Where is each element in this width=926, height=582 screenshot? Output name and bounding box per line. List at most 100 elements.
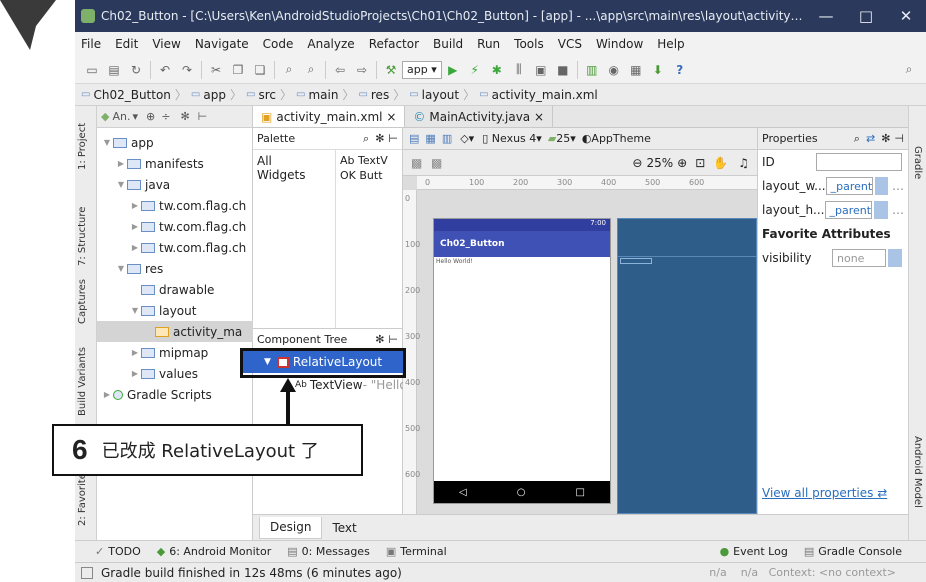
expand-arrow-icon[interactable]: ▶ <box>129 369 141 378</box>
run-config-combo[interactable]: app ▾ <box>402 60 442 79</box>
tree-item[interactable]: ▶ tw.com.flag.ch <box>97 216 253 237</box>
right-tab-0[interactable]: Gradle <box>912 146 923 179</box>
close-button[interactable]: ✕ <box>886 7 926 25</box>
expand-arrow-icon[interactable]: ▶ <box>101 390 113 399</box>
more-icon[interactable]: … <box>892 179 904 193</box>
design-mode-icon[interactable]: ▤ <box>409 132 419 145</box>
menu-item-window[interactable]: Window <box>596 37 643 51</box>
tree-item[interactable]: drawable <box>97 279 253 300</box>
component-child-row[interactable]: Ab TextView - "Hello <box>295 375 403 395</box>
menu-item-help[interactable]: Help <box>657 37 684 51</box>
sync-icon[interactable]: ⊕ <box>146 110 155 123</box>
paste-icon[interactable]: ❏ <box>249 60 271 80</box>
search-icon[interactable]: ⌕ <box>854 132 860 146</box>
pan-icon[interactable]: ✋ <box>713 156 728 170</box>
editor-tab-0[interactable]: ▣ activity_main.xml × <box>253 106 406 127</box>
collapse-icon[interactable]: ÷ <box>161 110 170 123</box>
theme-selector[interactable]: ◐AppTheme <box>582 132 651 145</box>
sdk-manager-icon[interactable]: ⬇ <box>647 60 669 80</box>
breadcrumb-item[interactable]: ▭ app 〉 <box>191 86 242 103</box>
breadcrumb-item[interactable]: ▭ res 〉 <box>358 86 405 103</box>
expand-arrow-icon[interactable]: ▶ <box>129 201 141 210</box>
left-tab-0[interactable]: 1: Project <box>77 123 88 170</box>
attach-debugger-icon[interactable]: ▣ <box>530 60 552 80</box>
expand-arrow-icon[interactable]: ▶ <box>115 159 127 168</box>
menu-item-file[interactable]: File <box>81 37 101 51</box>
layout-align-icon[interactable]: ▩ <box>411 156 422 170</box>
layout-height-dropdown[interactable] <box>874 201 888 219</box>
notification-icon[interactable]: ♫ <box>738 156 749 170</box>
expand-arrow-icon[interactable]: ▶ <box>129 222 141 231</box>
forward-icon[interactable]: ⇨ <box>351 60 373 80</box>
view-dropdown-icon[interactable]: ▾ <box>132 110 138 123</box>
status-toggle-icon[interactable] <box>81 566 93 579</box>
property-id-input[interactable] <box>816 153 902 171</box>
hide-icon[interactable]: ⊣ <box>894 132 904 145</box>
tool-window-0[interactable]: ✓ TODO <box>95 545 141 558</box>
find-icon[interactable]: ⌕ <box>278 60 300 80</box>
blueprint-mode-icon[interactable]: ▦ <box>425 132 435 145</box>
tree-item[interactable]: ▶ tw.com.flag.ch <box>97 195 253 216</box>
palette-group-all[interactable]: All <box>253 150 333 168</box>
editor-tab-1[interactable]: © MainActivity.java × <box>405 106 554 127</box>
expand-arrow-icon[interactable]: ▼ <box>115 180 127 189</box>
expand-arrow-icon[interactable]: ▶ <box>129 348 141 357</box>
expand-arrow-icon[interactable]: ▼ <box>115 264 127 273</box>
gear-icon[interactable]: ✻ <box>375 132 384 145</box>
tree-item[interactable]: ▶ tw.com.flag.ch <box>97 237 253 258</box>
visibility-dropdown[interactable] <box>888 249 902 267</box>
more-icon[interactable]: … <box>892 203 904 217</box>
left-tab-2[interactable]: Captures <box>77 279 88 324</box>
menu-item-vcs[interactable]: VCS <box>558 37 582 51</box>
undo-icon[interactable]: ↶ <box>154 60 176 80</box>
menu-item-tools[interactable]: Tools <box>514 37 544 51</box>
bottom-tab-text[interactable]: Text <box>322 517 366 539</box>
palette-item-textview[interactable]: Ab TextV <box>336 150 403 167</box>
android-view-icon[interactable]: ◆ <box>101 110 109 123</box>
zoom-fit-icon[interactable]: ⊡ <box>695 156 705 170</box>
replace-icon[interactable]: ⌕ <box>300 60 322 80</box>
tree-item[interactable]: ▶ mipmap <box>97 342 253 363</box>
hide-icon[interactable]: ⊢ <box>388 333 398 346</box>
layout-height-value[interactable]: _parent <box>824 201 873 219</box>
hide-icon[interactable]: ⊢ <box>198 110 208 123</box>
zoom-in-icon[interactable]: ⊕ <box>677 156 687 170</box>
debug-icon[interactable]: ✱ <box>486 60 508 80</box>
both-mode-icon[interactable]: ▥ <box>442 132 452 145</box>
sync-icon[interactable]: ↻ <box>125 60 147 80</box>
layout-width-dropdown[interactable] <box>875 177 888 195</box>
tree-item[interactable]: ▼ res <box>97 258 253 279</box>
api-selector[interactable]: ▰25▾ <box>548 132 576 145</box>
zoom-out-icon[interactable]: ⊖ <box>632 156 642 170</box>
back-icon[interactable]: ⇦ <box>329 60 351 80</box>
menu-item-run[interactable]: Run <box>477 37 500 51</box>
breadcrumb-item[interactable]: ▭ Ch02_Button 〉 <box>81 86 187 103</box>
tree-item[interactable]: ▼ layout <box>97 300 253 321</box>
save-icon[interactable]: ▤ <box>103 60 125 80</box>
gear-icon[interactable]: ✻ <box>375 333 384 346</box>
blueprint-textview[interactable] <box>620 258 652 264</box>
breadcrumb-item[interactable]: ▭ layout 〉 <box>409 86 475 103</box>
hide-icon[interactable]: ⊢ <box>388 132 398 145</box>
gear-icon[interactable]: ✻ <box>881 132 890 145</box>
layout-grid-icon[interactable]: ▩ <box>431 156 442 170</box>
menu-item-navigate[interactable]: Navigate <box>195 37 249 51</box>
build-hammer-icon[interactable]: ⚒ <box>380 60 402 80</box>
help-icon[interactable]: ? <box>669 60 691 80</box>
project-view-selector[interactable]: An. <box>112 110 130 123</box>
tool-window-5[interactable]: ▤ Gradle Console <box>804 545 902 558</box>
tree-item[interactable]: ▶ values <box>97 363 253 384</box>
cut-icon[interactable]: ✂ <box>205 60 227 80</box>
expand-arrow-icon[interactable]: ▶ <box>129 243 141 252</box>
instant-run-icon[interactable]: ⚡ <box>464 60 486 80</box>
search-everywhere-icon[interactable]: ⌕ <box>898 60 920 80</box>
project-structure-icon[interactable]: ▦ <box>625 60 647 80</box>
search-icon[interactable]: ⌕ <box>363 132 369 146</box>
palette-group-widgets[interactable]: Widgets <box>253 168 333 182</box>
hello-world-textview[interactable]: Hello World! <box>434 257 610 266</box>
left-tab-3[interactable]: Build Variants <box>77 347 88 416</box>
stop-icon[interactable]: ■ <box>552 60 574 80</box>
copy-icon[interactable]: ❐ <box>227 60 249 80</box>
run-icon[interactable]: ▶ <box>442 60 464 80</box>
expand-arrow-icon[interactable]: ▼ <box>129 306 141 315</box>
